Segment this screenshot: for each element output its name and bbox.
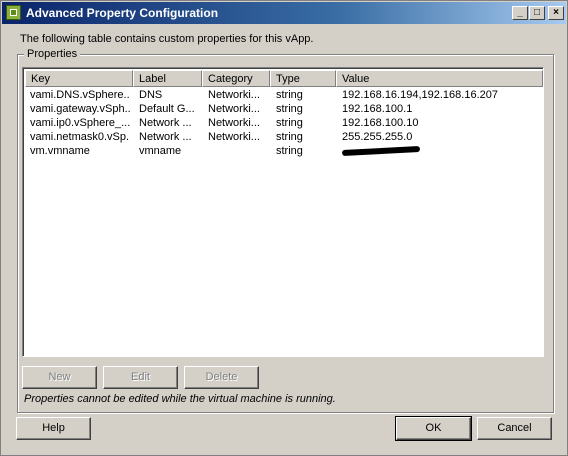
cell-category: Networki... (208, 89, 260, 101)
cell-type: string (276, 103, 303, 115)
redaction-mark (342, 146, 421, 157)
vapp-icon (6, 5, 21, 20)
cell-value: 192.168.16.194,192.168.16.207 (342, 89, 498, 101)
table-row[interactable]: vami.netmask0.vSp... Network ... Network… (25, 130, 541, 144)
cell-label: DNS (139, 89, 163, 101)
window-title: Advanced Property Configuration (26, 6, 219, 20)
cell-key: vami.gateway.vSph... (30, 103, 130, 115)
cancel-button-label: Cancel (497, 422, 532, 434)
minimize-button[interactable]: _ (512, 6, 528, 20)
cell-value: 255.255.255.0 (342, 131, 413, 143)
column-header-key[interactable]: Key (25, 70, 133, 87)
cell-value: 192.168.100.10 (342, 117, 419, 129)
cell-value: 192.168.100.1 (342, 103, 413, 115)
close-button[interactable]: × (548, 6, 564, 20)
cell-category: Networki... (208, 131, 260, 143)
maximize-button[interactable]: □ (529, 6, 545, 20)
delete-button-label: Delete (205, 371, 238, 383)
table-row[interactable]: vm.vmname vmname string (25, 144, 541, 158)
cell-type: string (276, 89, 303, 101)
cell-label: Default G... (139, 103, 195, 115)
cell-type: string (276, 131, 303, 143)
cancel-button[interactable]: Cancel (477, 417, 552, 440)
column-header-category[interactable]: Category (202, 70, 270, 87)
cell-category: Networki... (208, 117, 260, 129)
ok-button-label: OK (425, 422, 442, 434)
intro-text: The following table contains custom prop… (20, 33, 314, 45)
delete-button[interactable]: Delete (184, 366, 259, 389)
title-bar[interactable]: Advanced Property Configuration _ □ × (2, 2, 566, 24)
cell-key: vm.vmname (30, 145, 90, 157)
column-header-label[interactable]: Label (133, 70, 202, 87)
cell-key: vami.netmask0.vSp... (30, 131, 130, 143)
ok-button[interactable]: OK (395, 416, 472, 441)
table-header: Key Label Category Type Value (25, 70, 543, 87)
cell-type: string (276, 117, 303, 129)
properties-table[interactable]: Key Label Category Type Value vami.DNS.v… (22, 67, 544, 357)
help-button[interactable]: Help (16, 417, 91, 440)
table-row[interactable]: vami.ip0.vSphere_... Network ... Network… (25, 116, 541, 130)
help-button-label: Help (42, 422, 65, 434)
cell-label: Network ... (139, 117, 192, 129)
table-row[interactable]: vami.gateway.vSph... Default G... Networ… (25, 102, 541, 116)
edit-button-label: Edit (131, 371, 150, 383)
cell-key: vami.DNS.vSphere... (30, 89, 130, 101)
new-button[interactable]: New (22, 366, 97, 389)
properties-group-label: Properties (24, 48, 81, 60)
cell-key: vami.ip0.vSphere_... (30, 117, 130, 129)
cell-label: vmname (139, 145, 182, 157)
table-row[interactable]: vami.DNS.vSphere... DNS Networki... stri… (25, 88, 541, 102)
edit-button[interactable]: Edit (103, 366, 178, 389)
cell-label: Network ... (139, 131, 192, 143)
edit-disabled-note: Properties cannot be edited while the vi… (24, 393, 336, 405)
cell-type: string (276, 145, 303, 157)
new-button-label: New (48, 371, 71, 383)
column-header-value[interactable]: Value (336, 70, 543, 87)
column-header-type[interactable]: Type (270, 70, 336, 87)
cell-value-redacted (342, 144, 542, 158)
cell-category: Networki... (208, 103, 260, 115)
